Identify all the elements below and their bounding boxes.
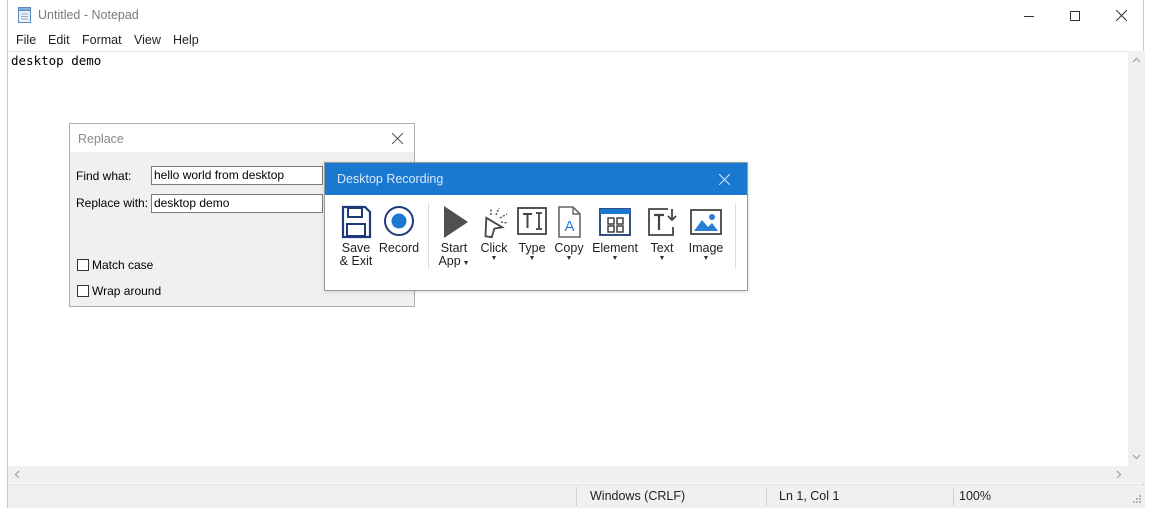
type-label: Type [518, 241, 546, 255]
wrap-around-label[interactable]: Wrap around [92, 284, 161, 298]
replace-close-button[interactable] [386, 129, 408, 147]
scroll-down-icon[interactable] [1128, 450, 1145, 464]
menu-edit[interactable]: Edit [46, 33, 72, 47]
click-button[interactable]: Click ▼ [476, 205, 512, 262]
element-label: Element [592, 241, 638, 255]
status-cursor-position: Ln 1, Col 1 [779, 489, 840, 503]
replace-dialog-title: Replace [78, 132, 124, 146]
desktop-recording-window: Desktop Recording Save & Exit Record Sta… [324, 162, 748, 291]
recording-title: Desktop Recording [337, 172, 444, 186]
dropdown-caret-icon: ▼ [611, 255, 619, 262]
minimize-icon [1024, 15, 1034, 17]
close-icon [718, 173, 730, 185]
text-button[interactable]: Text ▼ [643, 205, 681, 262]
menu-format[interactable]: Format [80, 33, 124, 47]
wrap-around-checkbox[interactable] [77, 285, 89, 297]
match-case-label[interactable]: Match case [92, 258, 153, 272]
toolbar-separator [735, 203, 736, 269]
menu-help[interactable]: Help [171, 33, 201, 47]
recording-title-bar[interactable]: Desktop Recording [325, 163, 747, 195]
status-bar: Windows (CRLF) Ln 1, Col 1 100% [8, 484, 1145, 508]
close-icon [391, 132, 403, 144]
menu-view[interactable]: View [132, 33, 163, 47]
text-cursor-icon [517, 207, 547, 235]
replace-title-bar[interactable]: Replace [70, 124, 414, 152]
menu-bar: File Edit Format View Help [8, 31, 1145, 51]
maximize-button[interactable] [1052, 0, 1098, 31]
start-app-label-line2: App ▼ [435, 255, 473, 268]
vertical-scrollbar[interactable] [1128, 51, 1145, 466]
record-label: Record [378, 241, 420, 255]
toolbar-separator [428, 203, 429, 269]
close-button[interactable] [1098, 0, 1144, 31]
status-line-ending: Windows (CRLF) [590, 489, 686, 503]
window-title: Untitled - Notepad [38, 8, 139, 22]
image-icon [690, 209, 722, 235]
start-app-button[interactable]: Start App ▼ [435, 205, 473, 268]
find-what-input[interactable]: hello world from desktop [151, 166, 323, 185]
record-icon [384, 206, 414, 236]
svg-text:A: A [564, 218, 574, 235]
status-divider [766, 487, 767, 506]
scroll-right-icon[interactable] [1112, 466, 1126, 483]
cursor-click-icon [484, 207, 509, 239]
replace-with-label: Replace with: [76, 196, 149, 210]
status-divider [953, 487, 954, 506]
scroll-up-icon[interactable] [1128, 53, 1145, 67]
record-button[interactable]: Record [378, 205, 420, 255]
status-divider [576, 487, 577, 506]
image-button[interactable]: Image ▼ [686, 205, 726, 262]
copy-label: Copy [554, 241, 584, 255]
find-what-label: Find what: [76, 169, 132, 183]
editor-content[interactable]: desktop demo [11, 53, 101, 68]
scroll-left-icon[interactable] [10, 466, 24, 483]
match-case-checkbox[interactable] [77, 259, 89, 271]
start-app-label-line2-text: App [438, 254, 461, 268]
replace-with-input[interactable]: desktop demo [151, 194, 323, 213]
status-zoom: 100% [959, 489, 991, 503]
element-button[interactable]: Element ▼ [591, 205, 639, 262]
save-exit-label-line2: & Exit [339, 254, 373, 268]
minimize-button[interactable] [1006, 0, 1052, 31]
scrollbar-corner [1128, 466, 1145, 483]
dropdown-caret-icon: ▼ [658, 255, 666, 262]
close-icon [1115, 10, 1127, 21]
horizontal-scrollbar[interactable] [8, 466, 1128, 483]
title-bar[interactable]: Untitled - Notepad [8, 0, 1145, 31]
maximize-icon [1070, 10, 1080, 21]
dropdown-caret-icon: ▼ [490, 255, 498, 262]
dropdown-caret-icon: ▼ [565, 255, 573, 262]
dropdown-caret-icon: ▼ [460, 260, 470, 267]
resize-grip-icon[interactable] [1132, 493, 1142, 507]
notepad-app-icon [17, 7, 32, 23]
image-label: Image [688, 241, 724, 255]
menu-file[interactable]: File [14, 33, 38, 47]
dropdown-caret-icon: ▼ [702, 255, 710, 262]
save-exit-button[interactable]: Save & Exit [337, 205, 375, 268]
document-a-icon: A [558, 206, 581, 238]
type-button[interactable]: Type ▼ [514, 205, 550, 262]
dropdown-caret-icon: ▼ [528, 255, 536, 262]
copy-button[interactable]: A Copy ▼ [551, 205, 587, 262]
text-arrow-icon [648, 208, 677, 236]
window-grid-icon [599, 208, 631, 236]
text-label: Text [650, 241, 674, 255]
floppy-disk-icon [341, 205, 372, 239]
click-label: Click [480, 241, 508, 255]
play-icon [444, 206, 468, 238]
recording-close-button[interactable] [713, 169, 735, 189]
